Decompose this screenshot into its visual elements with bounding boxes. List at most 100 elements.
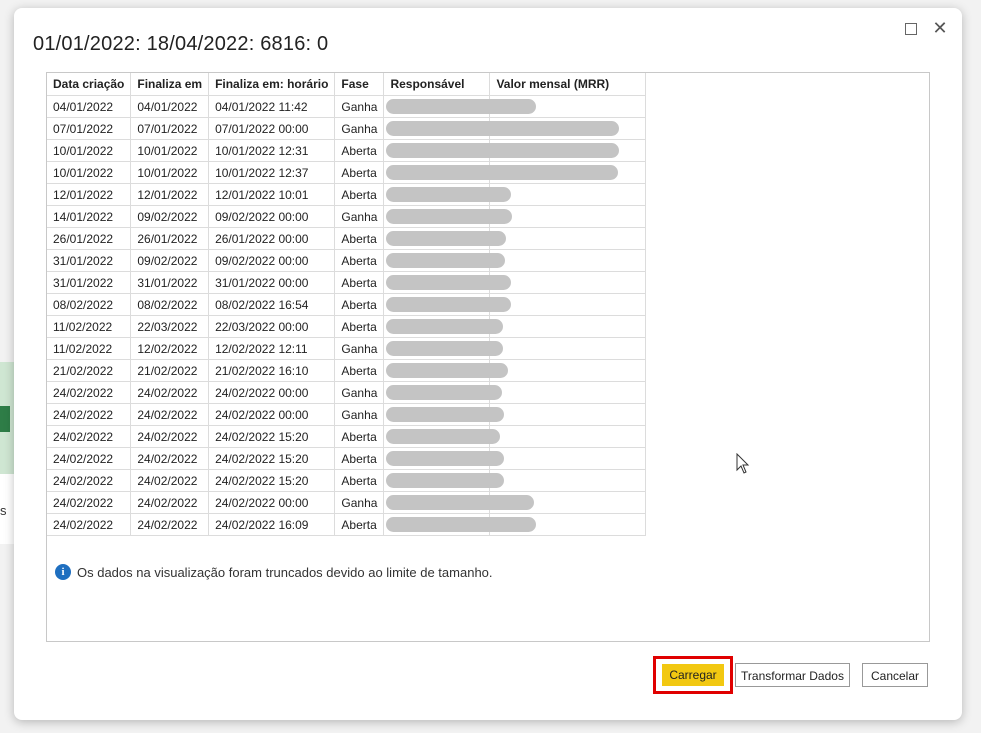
table-cell: Ganha: [334, 337, 385, 360]
table-cell: 09/02/2022 00:00: [208, 205, 336, 228]
column-header-responsible: Responsável: [383, 73, 491, 96]
table-cell: 14/01/2022: [47, 205, 132, 228]
redacted-cell: [489, 315, 647, 338]
table-cell: 07/01/2022: [47, 117, 132, 140]
table-cell: 24/02/2022 16:09: [208, 513, 336, 536]
table-cell: 31/01/2022 00:00: [208, 271, 336, 294]
table-cell: 12/02/2022: [130, 337, 210, 360]
table-row: 08/02/2022 08/02/2022 08/02/2022 16:54 Aber…: [47, 293, 647, 316]
table-cell: 24/02/2022: [47, 403, 132, 426]
table-cell: 22/03/2022: [130, 315, 210, 338]
redacted-cell: [383, 117, 620, 140]
redaction-bar: [386, 429, 501, 444]
table-cell: 11/02/2022: [47, 315, 132, 338]
close-icon[interactable]: ✕: [932, 19, 948, 37]
table-cell: 24/02/2022: [130, 447, 210, 470]
table-cell: 24/02/2022 15:20: [208, 447, 336, 470]
redacted-cell: [383, 95, 537, 118]
redaction-bar: [386, 319, 504, 334]
redacted-cell: [489, 381, 647, 404]
redaction-bar: [386, 407, 505, 422]
table-cell: Aberta: [334, 139, 385, 162]
redacted-cell: [383, 381, 503, 404]
table-row: 07/01/2022 07/01/2022 07/01/2022 00:00 Ganh…: [47, 117, 647, 140]
table-cell: 04/01/2022 11:42: [208, 95, 336, 118]
table-cell: 07/01/2022 00:00: [208, 117, 336, 140]
redacted-cell: [489, 271, 647, 294]
table-row: 10/01/2022 10/01/2022 10/01/2022 12:31 Aber…: [47, 139, 647, 162]
table-row: 24/02/2022 24/02/2022 24/02/2022 15:20 Aber…: [47, 447, 647, 470]
table-row: 24/02/2022 24/02/2022 24/02/2022 00:00 Ganh…: [47, 491, 647, 514]
table-cell: 10/01/2022 12:37: [208, 161, 336, 184]
table-cell: Ganha: [334, 381, 385, 404]
table-cell: 21/02/2022 16:10: [208, 359, 336, 382]
table-cell: Aberta: [334, 315, 385, 338]
maximize-icon[interactable]: [903, 20, 919, 36]
table-cell: 09/02/2022: [130, 205, 210, 228]
load-button-highlight: Carregar: [653, 656, 733, 694]
table-row: 04/01/2022 04/01/2022 04/01/2022 11:42 Ganh…: [47, 95, 647, 118]
info-icon: i: [55, 564, 71, 580]
redacted-cell: [489, 403, 647, 426]
redaction-bar: [386, 143, 620, 158]
redaction-bar: [386, 165, 619, 180]
table-cell: 10/01/2022: [47, 161, 132, 184]
redaction-bar: [386, 517, 537, 532]
redacted-cell: [383, 491, 535, 514]
redacted-cell: [383, 359, 509, 382]
table-cell: Aberta: [334, 359, 385, 382]
table-cell: 24/02/2022 15:20: [208, 469, 336, 492]
background-app-tile: [0, 362, 14, 474]
table-cell: Aberta: [334, 513, 385, 536]
table-cell: 22/03/2022 00:00: [208, 315, 336, 338]
table-cell: 10/01/2022: [47, 139, 132, 162]
table-cell: 10/01/2022: [130, 139, 210, 162]
redaction-bar: [386, 187, 512, 202]
table-row: 24/02/2022 24/02/2022 24/02/2022 16:09 Aber…: [47, 513, 647, 536]
table-cell: 11/02/2022: [47, 337, 132, 360]
redacted-cell: [383, 139, 620, 162]
table-cell: 24/02/2022: [47, 381, 132, 404]
redacted-cell: [383, 513, 537, 536]
table-cell: 26/01/2022: [47, 227, 132, 250]
redaction-bar: [386, 121, 620, 136]
transform-data-button[interactable]: Transformar Dados: [735, 663, 850, 687]
redacted-cell: [489, 183, 647, 206]
redacted-cell: [489, 293, 647, 316]
redacted-cell: [489, 425, 647, 448]
table-cell: 08/02/2022 16:54: [208, 293, 336, 316]
redacted-cell: [489, 227, 647, 250]
table-cell: 24/02/2022 00:00: [208, 381, 336, 404]
redaction-bar: [386, 275, 512, 290]
table-cell: 10/01/2022 12:31: [208, 139, 336, 162]
cancel-button[interactable]: Cancelar: [862, 663, 928, 687]
table-cell: 24/02/2022 15:20: [208, 425, 336, 448]
table-cell: Aberta: [334, 425, 385, 448]
truncation-notice-text: Os dados na visualização foram truncados…: [77, 564, 493, 580]
table-cell: 12/01/2022: [130, 183, 210, 206]
column-header-mrr: Valor mensal (MRR): [489, 73, 647, 96]
redacted-cell: [383, 249, 506, 272]
table-cell: Aberta: [334, 447, 385, 470]
table-cell: 31/01/2022: [130, 271, 210, 294]
table-row: 11/02/2022 22/03/2022 22/03/2022 00:00 Aber…: [47, 315, 647, 338]
redaction-bar: [386, 231, 507, 246]
redaction-bar: [386, 451, 505, 466]
data-preview-panel: Data criação Finaliza em Finaliza em: horá…: [46, 72, 930, 642]
table-cell: Ganha: [334, 403, 385, 426]
table-cell: 09/02/2022 00:00: [208, 249, 336, 272]
load-button[interactable]: Carregar: [662, 664, 724, 686]
table-row: 31/01/2022 31/01/2022 31/01/2022 00:00 Aber…: [47, 271, 647, 294]
table-row: 12/01/2022 12/01/2022 12/01/2022 10:01 Aber…: [47, 183, 647, 206]
table-cell: 04/01/2022: [47, 95, 132, 118]
table-cell: 12/02/2022 12:11: [208, 337, 336, 360]
redaction-bar: [386, 385, 503, 400]
redaction-bar: [386, 495, 535, 510]
mouse-cursor-icon: [736, 453, 750, 474]
table-cell: 24/02/2022 00:00: [208, 491, 336, 514]
table-cell: 24/02/2022 00:00: [208, 403, 336, 426]
column-header-ends: Finaliza em: [130, 73, 210, 96]
table-cell: 12/01/2022 10:01: [208, 183, 336, 206]
table-row: 31/01/2022 09/02/2022 09/02/2022 00:00 Aber…: [47, 249, 647, 272]
redacted-cell: [489, 359, 647, 382]
